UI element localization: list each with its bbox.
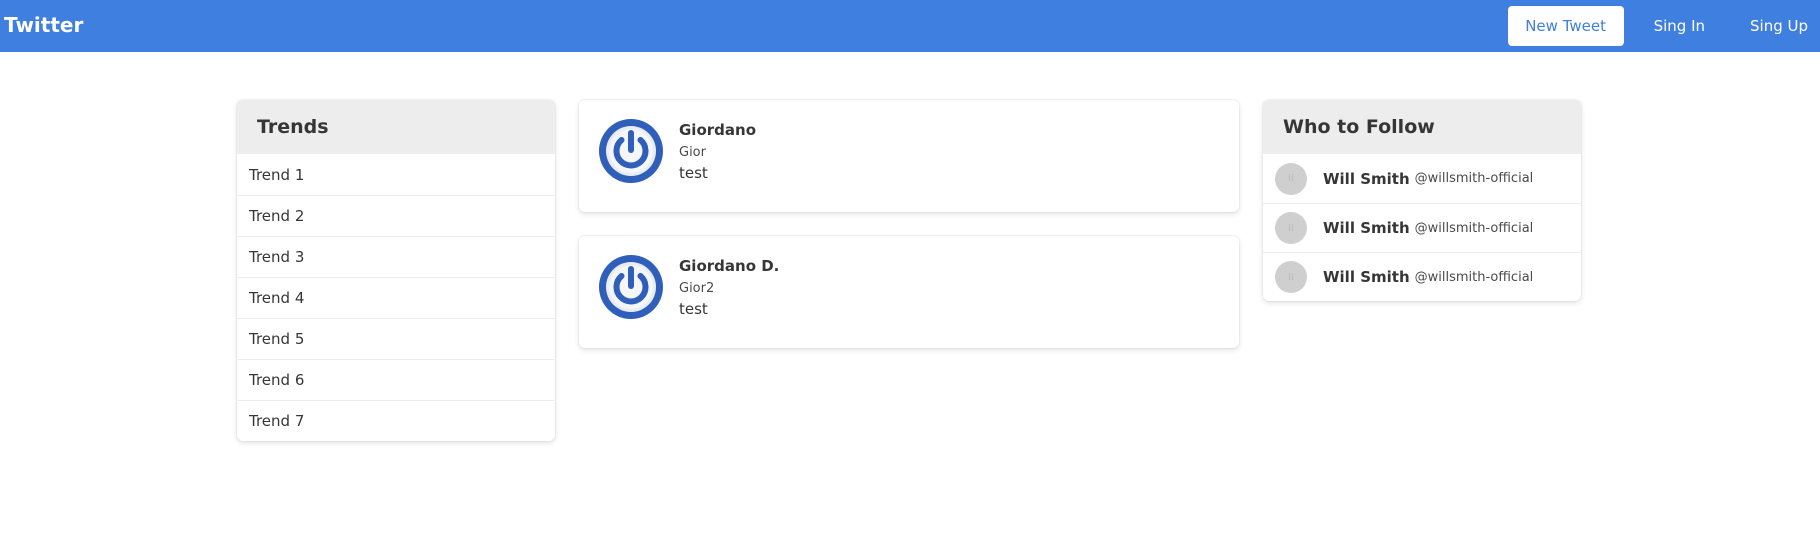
tweet-body: Giordano D. Gior2 test [679,257,779,318]
follow-handle: @willsmith-official [1414,171,1534,186]
trends-list: Trend 1 Trend 2 Trend 3 Trend 4 Trend 5 … [237,154,555,441]
new-tweet-button[interactable]: New Tweet [1507,6,1624,46]
who-to-follow-title: Who to Follow [1263,100,1581,154]
navbar-actions: New Tweet Sing In Sing Up [1507,0,1820,52]
tweet-text: test [679,300,708,318]
trend-item[interactable]: Trend 1 [237,154,555,195]
trend-item[interactable]: Trend 4 [237,277,555,318]
tweet-body: Giordano Gior test [679,121,756,182]
who-to-follow-panel: Who to Follow ⁞⁞ Will Smith @willsmith-o… [1263,100,1581,301]
avatar-placeholder-icon: ⁞⁞ [1275,162,1307,195]
sign-up-link[interactable]: Sing Up [1750,17,1808,35]
tweet-author-name[interactable]: Giordano [679,121,756,139]
brand-logo[interactable]: Twitter [4,13,83,37]
trend-item[interactable]: Trend 5 [237,318,555,359]
tweet-card: Giordano Gior test [579,100,1239,212]
follow-suggestion[interactable]: ⁞⁞ Will Smith @willsmith-official [1263,252,1581,301]
follow-handle: @willsmith-official [1414,220,1534,236]
follow-handle: @willsmith-official [1414,269,1534,285]
tweet-author-name[interactable]: Giordano D. [679,257,779,275]
trend-item[interactable]: Trend 7 [237,400,555,441]
trends-title: Trends [237,100,555,154]
tweet-author-handle: Gior2 [679,281,715,296]
power-icon[interactable] [599,255,663,319]
sign-in-link[interactable]: Sing In [1654,17,1705,35]
follow-name: Will Smith [1323,219,1410,237]
avatar-placeholder-icon: ⁞⁞ [1275,261,1307,293]
tweet-author-handle: Gior [679,145,706,160]
trend-item[interactable]: Trend 6 [237,359,555,400]
avatar-placeholder-icon: ⁞⁞ [1275,212,1307,244]
follow-suggestion[interactable]: ⁞⁞ Will Smith @willsmith-official [1263,154,1581,203]
navbar: Twitter New Tweet Sing In Sing Up [0,0,1820,52]
trend-item[interactable]: Trend 2 [237,195,555,236]
power-icon[interactable] [599,119,663,183]
tweet-card: Giordano D. Gior2 test [579,236,1239,348]
follow-suggestion[interactable]: ⁞⁞ Will Smith @willsmith-official [1263,203,1581,252]
follow-name: Will Smith [1323,169,1410,188]
tweet-text: test [679,164,708,182]
trends-panel: Trends Trend 1 Trend 2 Trend 3 Trend 4 T… [237,100,555,441]
trend-item[interactable]: Trend 3 [237,236,555,277]
follow-name: Will Smith [1323,268,1410,286]
